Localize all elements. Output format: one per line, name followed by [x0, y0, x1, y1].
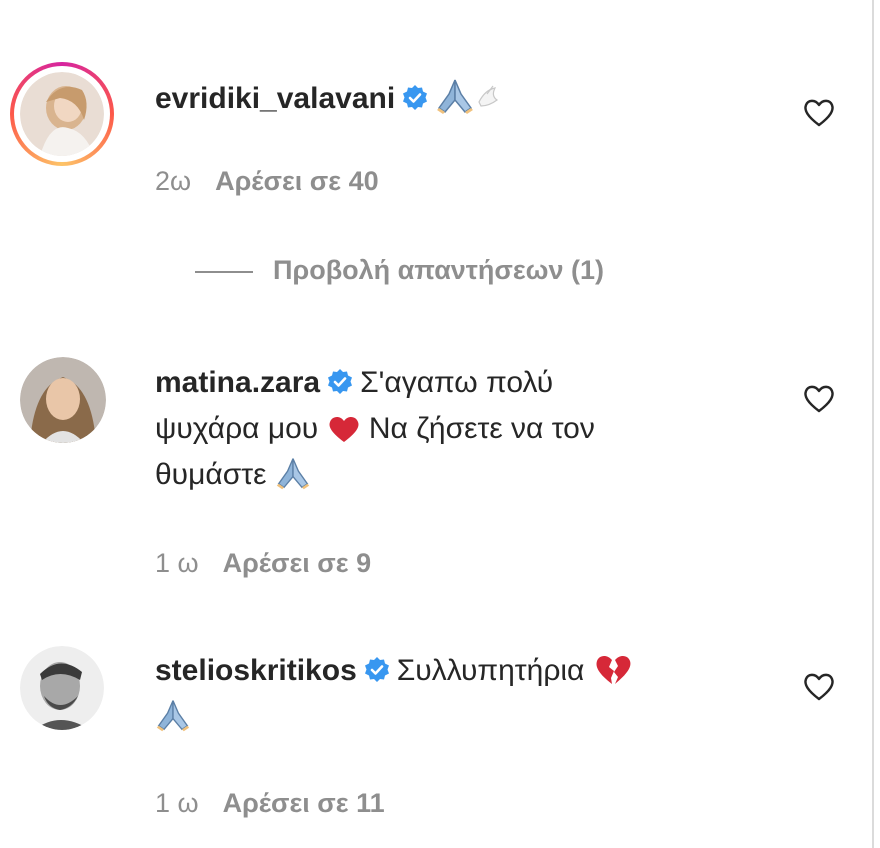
- like-heart-icon[interactable]: [802, 670, 836, 704]
- likes-count[interactable]: Αρέσει σε 11: [223, 788, 385, 819]
- broken-heart-icon: [596, 655, 631, 684]
- comment-text: Συλλυπητήρια: [396, 654, 585, 687]
- comment-item: stelioskritikos Συλλυπητήρια 1 ω Αρέσει σε…: [0, 0, 860, 848]
- avatar[interactable]: [20, 646, 104, 730]
- comments-panel: evridiki_valavani 2ω Αρέσει σε 40 Προβολή…: [0, 0, 880, 848]
- comment-meta: 1 ω Αρέσει σε 11: [155, 788, 385, 819]
- panel-divider: [872, 0, 874, 848]
- praying-hands-icon: [156, 700, 190, 732]
- comment-age[interactable]: 1 ω: [155, 788, 199, 819]
- comment-body: stelioskritikos Συλλυπητήρια: [155, 648, 755, 740]
- verified-badge-icon: [364, 657, 389, 682]
- username[interactable]: stelioskritikos: [155, 654, 357, 687]
